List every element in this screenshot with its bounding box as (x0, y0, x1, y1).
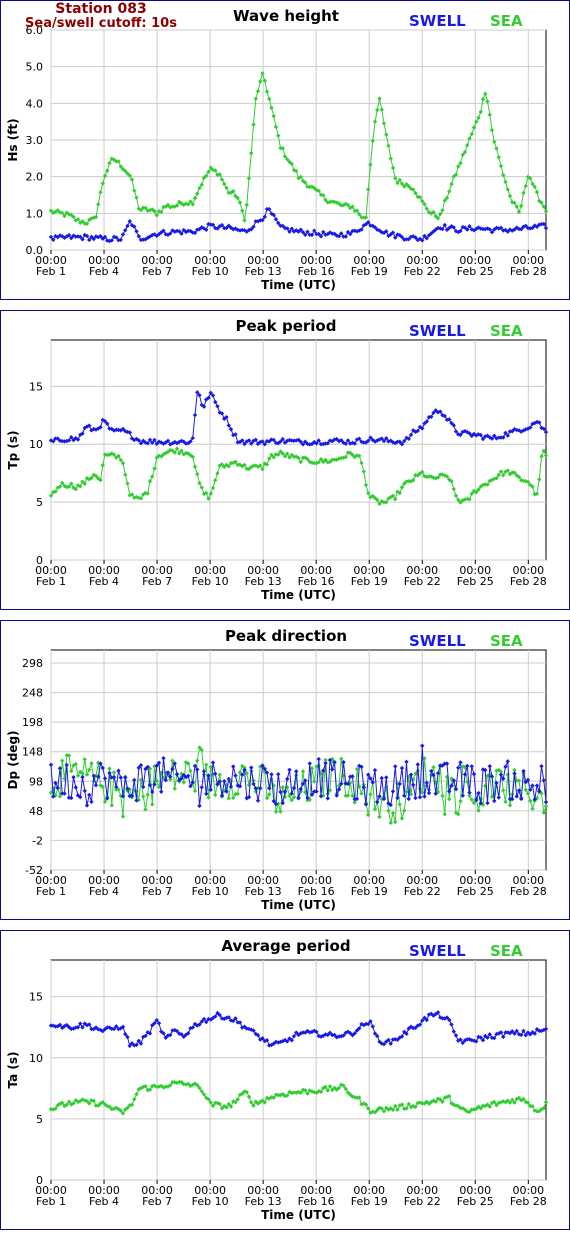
x-tick-date: Feb 19 (351, 575, 388, 588)
x-tick-date: Feb 25 (457, 265, 494, 278)
x-tick-date: Feb 19 (351, 885, 388, 898)
x-tick-date: Feb 16 (298, 885, 335, 898)
x-tick-date: Feb 25 (457, 1195, 494, 1208)
y-tick-label: 198 (22, 716, 43, 729)
y-tick-label: 5.0 (26, 61, 44, 74)
station-name: Station 083 (55, 1, 147, 17)
x-tick-date: Feb 4 (89, 1195, 119, 1208)
x-tick-date: Feb 13 (245, 575, 282, 588)
x-tick-date: Feb 7 (142, 885, 172, 898)
x-tick-date: Feb 28 (510, 575, 547, 588)
legend-sea: SEA (490, 632, 523, 650)
x-tick-date: Feb 25 (457, 885, 494, 898)
y-tick-label: 248 (22, 687, 43, 700)
chart-title: Peak period (235, 317, 337, 335)
x-tick-date: Feb 16 (298, 1195, 335, 1208)
x-tick-date: Feb 13 (245, 885, 282, 898)
x-axis-label: Time (UTC) (261, 1208, 336, 1222)
x-axis-label: Time (UTC) (261, 278, 336, 292)
x-tick-date: Feb 7 (142, 1195, 172, 1208)
plot-area (50, 339, 547, 561)
y-tick-label: 4.0 (26, 97, 44, 110)
x-tick-date: Feb 10 (192, 885, 229, 898)
wave-height-chart: 0.01.02.03.04.05.06.000:00Feb 100:00Feb … (6, 24, 549, 292)
average-period-panel: 0 5 10 15 00:00 Feb 1 00:00 Feb 4 00:00 Feb 7 00:0… (0, 930, 570, 1230)
y-tick-label: 10 (29, 1052, 43, 1065)
average-period-chart: 05101500:00Feb 100:00Feb 400:00Feb 700:0… (6, 959, 549, 1222)
wave-height-panel: 0.0 1.0 2.0 3.0 4.0 5.0 6.0 00:00 Feb 1 00:00 Feb … (0, 0, 570, 300)
x-tick-date: Feb 1 (36, 1195, 66, 1208)
x-tick-date: Feb 16 (298, 575, 335, 588)
x-tick-date: Feb 1 (36, 575, 66, 588)
y-tick-label: 15 (29, 380, 43, 393)
x-tick-date: Feb 10 (192, 265, 229, 278)
x-tick-date: Feb 28 (510, 1195, 547, 1208)
x-tick-date: Feb 7 (142, 575, 172, 588)
x-tick-date: Feb 4 (89, 265, 119, 278)
x-axis-label: Time (UTC) (261, 898, 336, 912)
y-tick-label: 10 (29, 438, 43, 451)
legend-swell: SWELL (409, 632, 466, 650)
x-tick-date: Feb 28 (510, 265, 547, 278)
x-tick-date: Feb 25 (457, 575, 494, 588)
cutoff-label: Sea/swell cutoff: 10s (25, 16, 177, 31)
x-tick-date: Feb 1 (36, 885, 66, 898)
peak-period-chart: 05101500:00Feb 100:00Feb 400:00Feb 700:0… (6, 339, 549, 602)
y-axis-label: Ta (s) (6, 1051, 20, 1088)
x-tick-date: Feb 28 (510, 885, 547, 898)
legend-sea: SEA (490, 12, 523, 30)
chart-title: Average period (221, 937, 351, 955)
legend-sea: SEA (490, 942, 523, 960)
x-tick-date: Feb 4 (89, 575, 119, 588)
plot-area (50, 959, 547, 1181)
x-tick-date: Feb 22 (404, 885, 441, 898)
y-tick-label: 5 (36, 1113, 43, 1126)
chart-title: Peak direction (224, 627, 348, 645)
x-tick-date: Feb 10 (192, 1195, 229, 1208)
y-tick-label: 2.0 (26, 171, 44, 184)
x-tick-date: Feb 19 (351, 1195, 388, 1208)
y-tick-label: 3.0 (26, 134, 44, 147)
x-tick-date: Feb 13 (245, 1195, 282, 1208)
x-tick-date: Feb 16 (298, 265, 335, 278)
y-tick-label: 1.0 (26, 207, 44, 220)
x-axis-label: Time (UTC) (261, 588, 336, 602)
peak-direction-chart: -52-2489814819824829800:00Feb 100:00Feb … (6, 649, 549, 912)
x-tick-date: Feb 10 (192, 575, 229, 588)
y-tick-label: 98 (29, 775, 43, 788)
y-tick-label: 5 (36, 496, 43, 509)
y-tick-label: 15 (29, 991, 43, 1004)
x-tick-date: Feb 1 (36, 265, 66, 278)
x-tick-date: Feb 7 (142, 265, 172, 278)
y-tick-label: 48 (29, 805, 43, 818)
peak-period-panel: 0 5 10 15 00:00 Feb 1 00:00 Feb 4 00:00 Feb 7 00:0… (0, 310, 570, 610)
y-axis-label: Tp (s) (6, 430, 20, 469)
legend-sea: SEA (490, 322, 523, 340)
y-tick-label: 148 (22, 746, 43, 759)
x-tick-date: Feb 22 (404, 575, 441, 588)
x-tick-date: Feb 13 (245, 265, 282, 278)
chart-title: Wave height (233, 7, 339, 25)
plot-area (50, 649, 547, 871)
x-tick-date: Feb 22 (404, 265, 441, 278)
y-tick-label: 298 (22, 657, 43, 670)
x-tick-date: Feb 22 (404, 1195, 441, 1208)
peak-direction-panel: -52 -2 48 98 148 198 248 298 00:00 Feb 1 00:00 Feb … (0, 620, 570, 920)
y-axis-label: Dp (deg) (6, 730, 20, 789)
legend-swell: SWELL (409, 322, 466, 340)
y-axis-label: Hs (ft) (6, 118, 20, 161)
legend-swell: SWELL (409, 942, 466, 960)
legend-swell: SWELL (409, 12, 466, 30)
y-tick-label: -2 (32, 834, 43, 847)
x-tick-date: Feb 4 (89, 885, 119, 898)
x-tick-date: Feb 19 (351, 265, 388, 278)
